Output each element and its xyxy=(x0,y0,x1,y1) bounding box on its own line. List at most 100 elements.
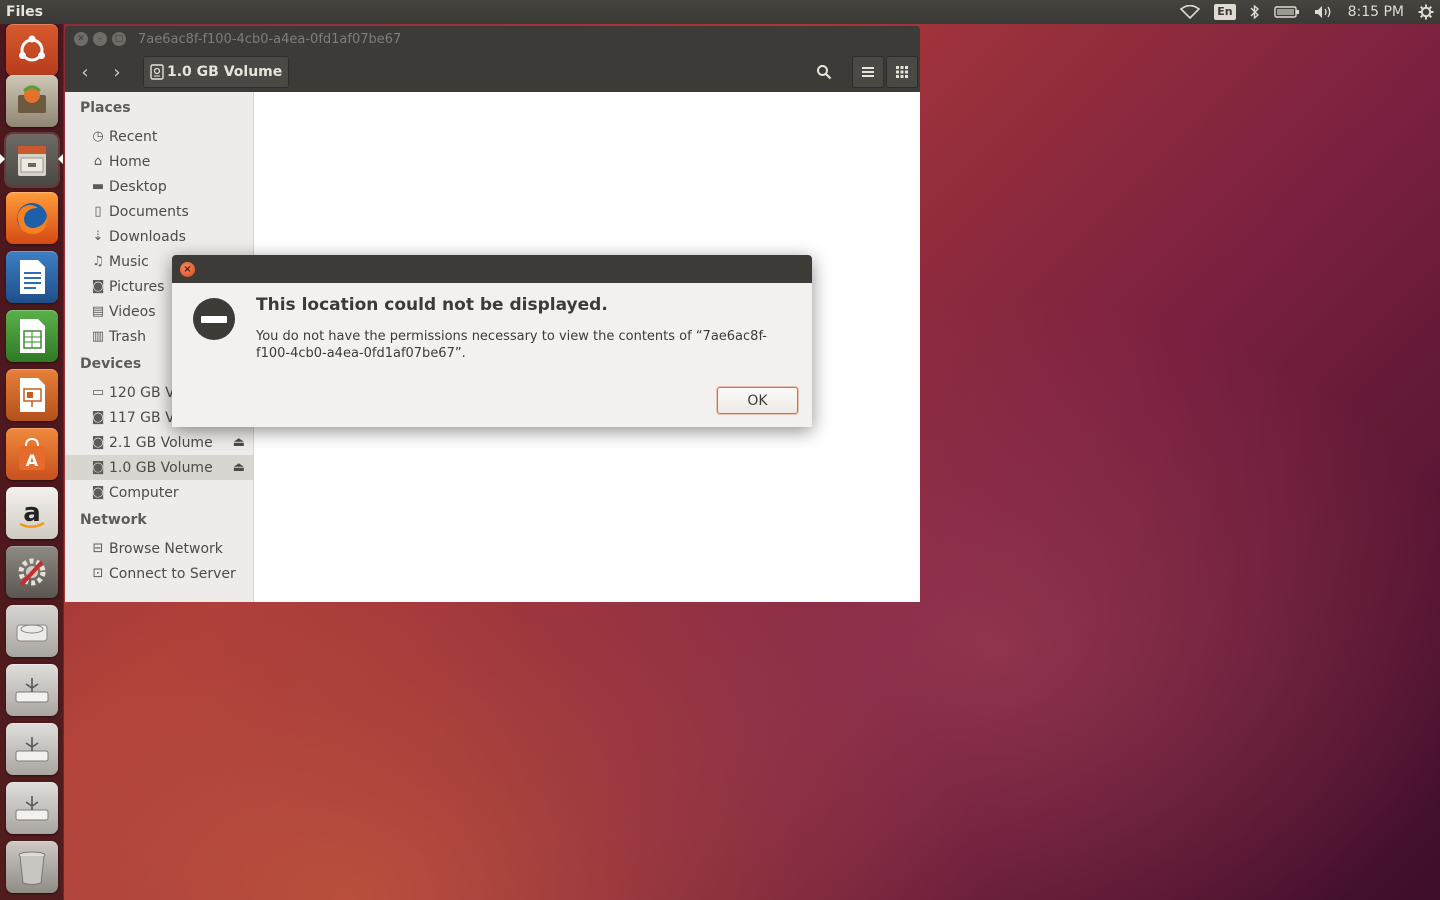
sidebar-item-downloads[interactable]: ⇣ Downloads xyxy=(65,224,253,249)
ubuntu-logo-icon xyxy=(19,35,45,62)
launcher-amazon[interactable]: a xyxy=(6,487,58,539)
keyboard-layout-indicator[interactable]: En xyxy=(1214,0,1236,24)
download-icon: ⇣ xyxy=(92,229,104,244)
launcher-usb-drive-1[interactable] xyxy=(6,664,58,716)
document-icon: ▯ xyxy=(94,204,102,219)
launcher-ubuntu-dash[interactable] xyxy=(6,24,58,76)
sidebar-item-label: Pictures xyxy=(109,278,165,295)
places-header: Places xyxy=(80,100,131,116)
sidebar-item-label: Documents xyxy=(109,203,189,220)
error-dialog: × This location could not be displayed. … xyxy=(172,255,812,427)
window-maximize-button[interactable]: ▢ xyxy=(112,32,126,46)
dialog-message: You do not have the permissions necessar… xyxy=(256,329,767,361)
list-view-icon xyxy=(862,67,874,77)
launcher-libreoffice-impress[interactable] xyxy=(6,369,58,421)
window-title: 7ae6ac8f-f100-4cb0-a4ea-0fd1af07be67 xyxy=(138,31,402,47)
error-icon xyxy=(193,298,235,340)
launcher-usb-drive-3[interactable] xyxy=(6,782,58,834)
sidebar-item-recent[interactable]: ◷ Recent xyxy=(65,124,253,149)
shopping-bag-icon: A xyxy=(19,437,45,470)
drive-icon: ◙ xyxy=(91,485,105,500)
sidebar-item-label: 1.0 GB Volume xyxy=(109,459,213,476)
sidebar-item-1-0gb-volume[interactable]: ◙ 1.0 GB Volume ⏏ xyxy=(65,455,253,480)
installer-icon xyxy=(18,85,46,113)
dialog-close-button[interactable]: × xyxy=(180,261,195,277)
window-close-button[interactable]: ✕ xyxy=(74,32,88,46)
sidebar-item-home[interactable]: ⌂ Home xyxy=(65,149,253,174)
sidebar-item-computer[interactable]: ◙ Computer xyxy=(65,480,253,505)
search-icon xyxy=(817,65,832,80)
usb-drive-icon xyxy=(15,796,49,821)
window-titlebar[interactable]: ✕ – ▢ 7ae6ac8f-f100-4cb0-a4ea-0fd1af07be… xyxy=(65,26,920,52)
forward-button[interactable]: › xyxy=(101,57,133,87)
drive-icon: ◙ xyxy=(91,435,105,450)
usb-drive-icon xyxy=(15,678,49,703)
usb-drive-icon xyxy=(15,737,49,762)
camera-icon: ◙ xyxy=(91,279,105,294)
launcher-trash[interactable] xyxy=(6,841,58,893)
sidebar-item-label: Recent xyxy=(109,128,158,145)
keyboard-layout-label: En xyxy=(1214,4,1236,20)
sidebar-item-browse-network[interactable]: ⊟ Browse Network xyxy=(65,536,253,561)
close-icon: × xyxy=(183,263,192,275)
battery-icon[interactable] xyxy=(1273,0,1300,24)
sidebar-item-label: Music xyxy=(109,253,149,270)
sidebar-item-connect-to-server[interactable]: ⊡ Connect to Server xyxy=(65,561,253,586)
launcher-ubuntu-software-center[interactable]: A xyxy=(6,428,58,480)
sidebar-item-label: Desktop xyxy=(109,178,167,195)
launcher: A a xyxy=(0,24,64,900)
server-icon: ⊡ xyxy=(92,566,104,581)
bluetooth-icon[interactable] xyxy=(1250,0,1260,24)
music-icon: ♫ xyxy=(92,254,104,269)
launcher-system-settings[interactable] xyxy=(6,546,58,598)
calc-icon xyxy=(20,319,45,353)
back-button[interactable]: ‹ xyxy=(69,57,101,87)
toolbar-right xyxy=(808,56,920,88)
writer-icon xyxy=(20,260,45,294)
svg-text:a: a xyxy=(23,498,41,528)
grid-view-icon xyxy=(896,66,908,78)
launcher-hard-drive[interactable] xyxy=(6,605,58,657)
dialog-heading: This location could not be displayed. xyxy=(256,295,608,315)
sidebar-item-label: Home xyxy=(109,153,151,170)
sidebar-item-label: Videos xyxy=(109,303,156,320)
dialog-body: This location could not be displayed. Yo… xyxy=(172,283,812,427)
chevron-left-icon: ‹ xyxy=(81,61,89,83)
session-gear-icon[interactable] xyxy=(1418,0,1434,24)
list-view-button[interactable] xyxy=(852,56,884,88)
chevron-right-icon: › xyxy=(113,61,121,83)
launcher-libreoffice-calc[interactable] xyxy=(6,310,58,362)
path-bar-button[interactable]: 1.0 GB Volume xyxy=(143,56,290,88)
network-icon: ⊟ xyxy=(92,541,104,556)
clock[interactable]: 8:15 PM xyxy=(1348,0,1404,24)
sidebar-item-label: Trash xyxy=(109,328,146,345)
app-title: Files xyxy=(6,4,43,20)
ok-button[interactable]: OK xyxy=(717,387,798,414)
file-cabinet-icon xyxy=(18,146,46,176)
focus-indicator xyxy=(58,154,63,164)
eject-icon[interactable]: ⏏ xyxy=(233,460,245,475)
window-minimize-button[interactable]: – xyxy=(93,32,107,46)
drive-icon: ◙ xyxy=(91,460,105,475)
trash-icon: ▥ xyxy=(91,329,105,344)
sidebar-item-documents[interactable]: ▯ Documents xyxy=(65,199,253,224)
sidebar-item-label: Connect to Server xyxy=(109,565,236,582)
launcher-system-installer[interactable] xyxy=(6,75,58,127)
sidebar-item-label: Downloads xyxy=(109,228,186,245)
grid-view-button[interactable] xyxy=(886,56,918,88)
sidebar-item-desktop[interactable]: ▬ Desktop xyxy=(65,174,253,199)
drive-icon xyxy=(150,64,164,80)
dialog-titlebar[interactable]: × xyxy=(172,255,812,283)
launcher-libreoffice-writer[interactable] xyxy=(6,251,58,303)
wifi-icon[interactable] xyxy=(1180,0,1201,24)
launcher-files[interactable] xyxy=(6,134,58,186)
sidebar-item-2-1gb-volume[interactable]: ◙ 2.1 GB Volume ⏏ xyxy=(65,430,253,455)
launcher-firefox[interactable] xyxy=(6,192,58,244)
sidebar-item-label: Browse Network xyxy=(109,540,223,557)
volume-icon[interactable] xyxy=(1314,0,1334,24)
launcher-usb-drive-2[interactable] xyxy=(6,723,58,775)
amazon-icon: a xyxy=(19,498,45,528)
search-button[interactable] xyxy=(808,56,840,88)
eject-icon[interactable]: ⏏ xyxy=(233,435,245,450)
minimize-icon: – xyxy=(97,34,103,44)
